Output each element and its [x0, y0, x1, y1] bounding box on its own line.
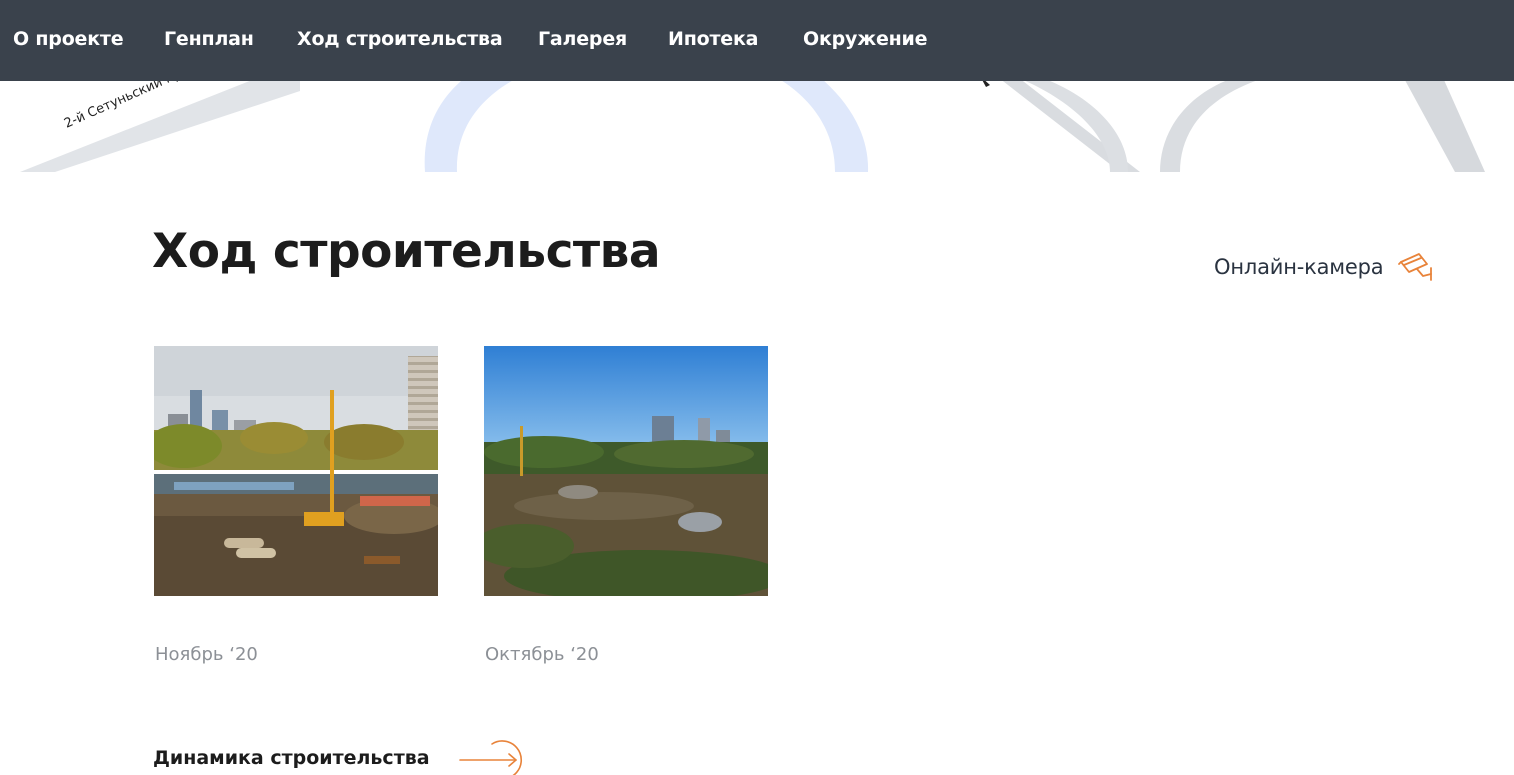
card-date: Октябрь ‘20	[485, 644, 599, 665]
top-navigation: О проекте Генплан Ход строительства Гале…	[0, 0, 1514, 81]
map-roads-graphic	[20, 81, 1485, 172]
arrow-circle-icon	[458, 740, 522, 775]
construction-photo	[154, 346, 438, 596]
construction-dynamics-label: Динамика строительства	[153, 747, 430, 769]
construction-dynamics-link[interactable]: Динамика строительства	[153, 738, 538, 775]
nav-item-gallery[interactable]: Галерея	[538, 26, 627, 52]
nav-item-construction-progress[interactable]: Ход строительства	[297, 26, 503, 52]
nav-item-surroundings[interactable]: Окружение	[803, 26, 928, 52]
card-date: Ноябрь ‘20	[155, 644, 258, 665]
nav-item-mortgage[interactable]: Ипотека	[668, 26, 759, 52]
progress-card-november[interactable]: Ноябрь ‘20	[154, 346, 438, 665]
nav-item-master-plan[interactable]: Генплан	[164, 26, 254, 52]
progress-card-october[interactable]: Октябрь ‘20	[484, 346, 768, 665]
cctv-camera-icon	[1398, 253, 1433, 281]
construction-photo	[484, 346, 768, 596]
map-fragment	[0, 81, 1514, 172]
online-camera-label: Онлайн-камера	[1214, 255, 1384, 279]
nav-item-about[interactable]: О проекте	[13, 26, 124, 52]
page-title: Ход строительства	[152, 224, 661, 279]
online-camera-link[interactable]: Онлайн-камера	[1214, 252, 1435, 282]
